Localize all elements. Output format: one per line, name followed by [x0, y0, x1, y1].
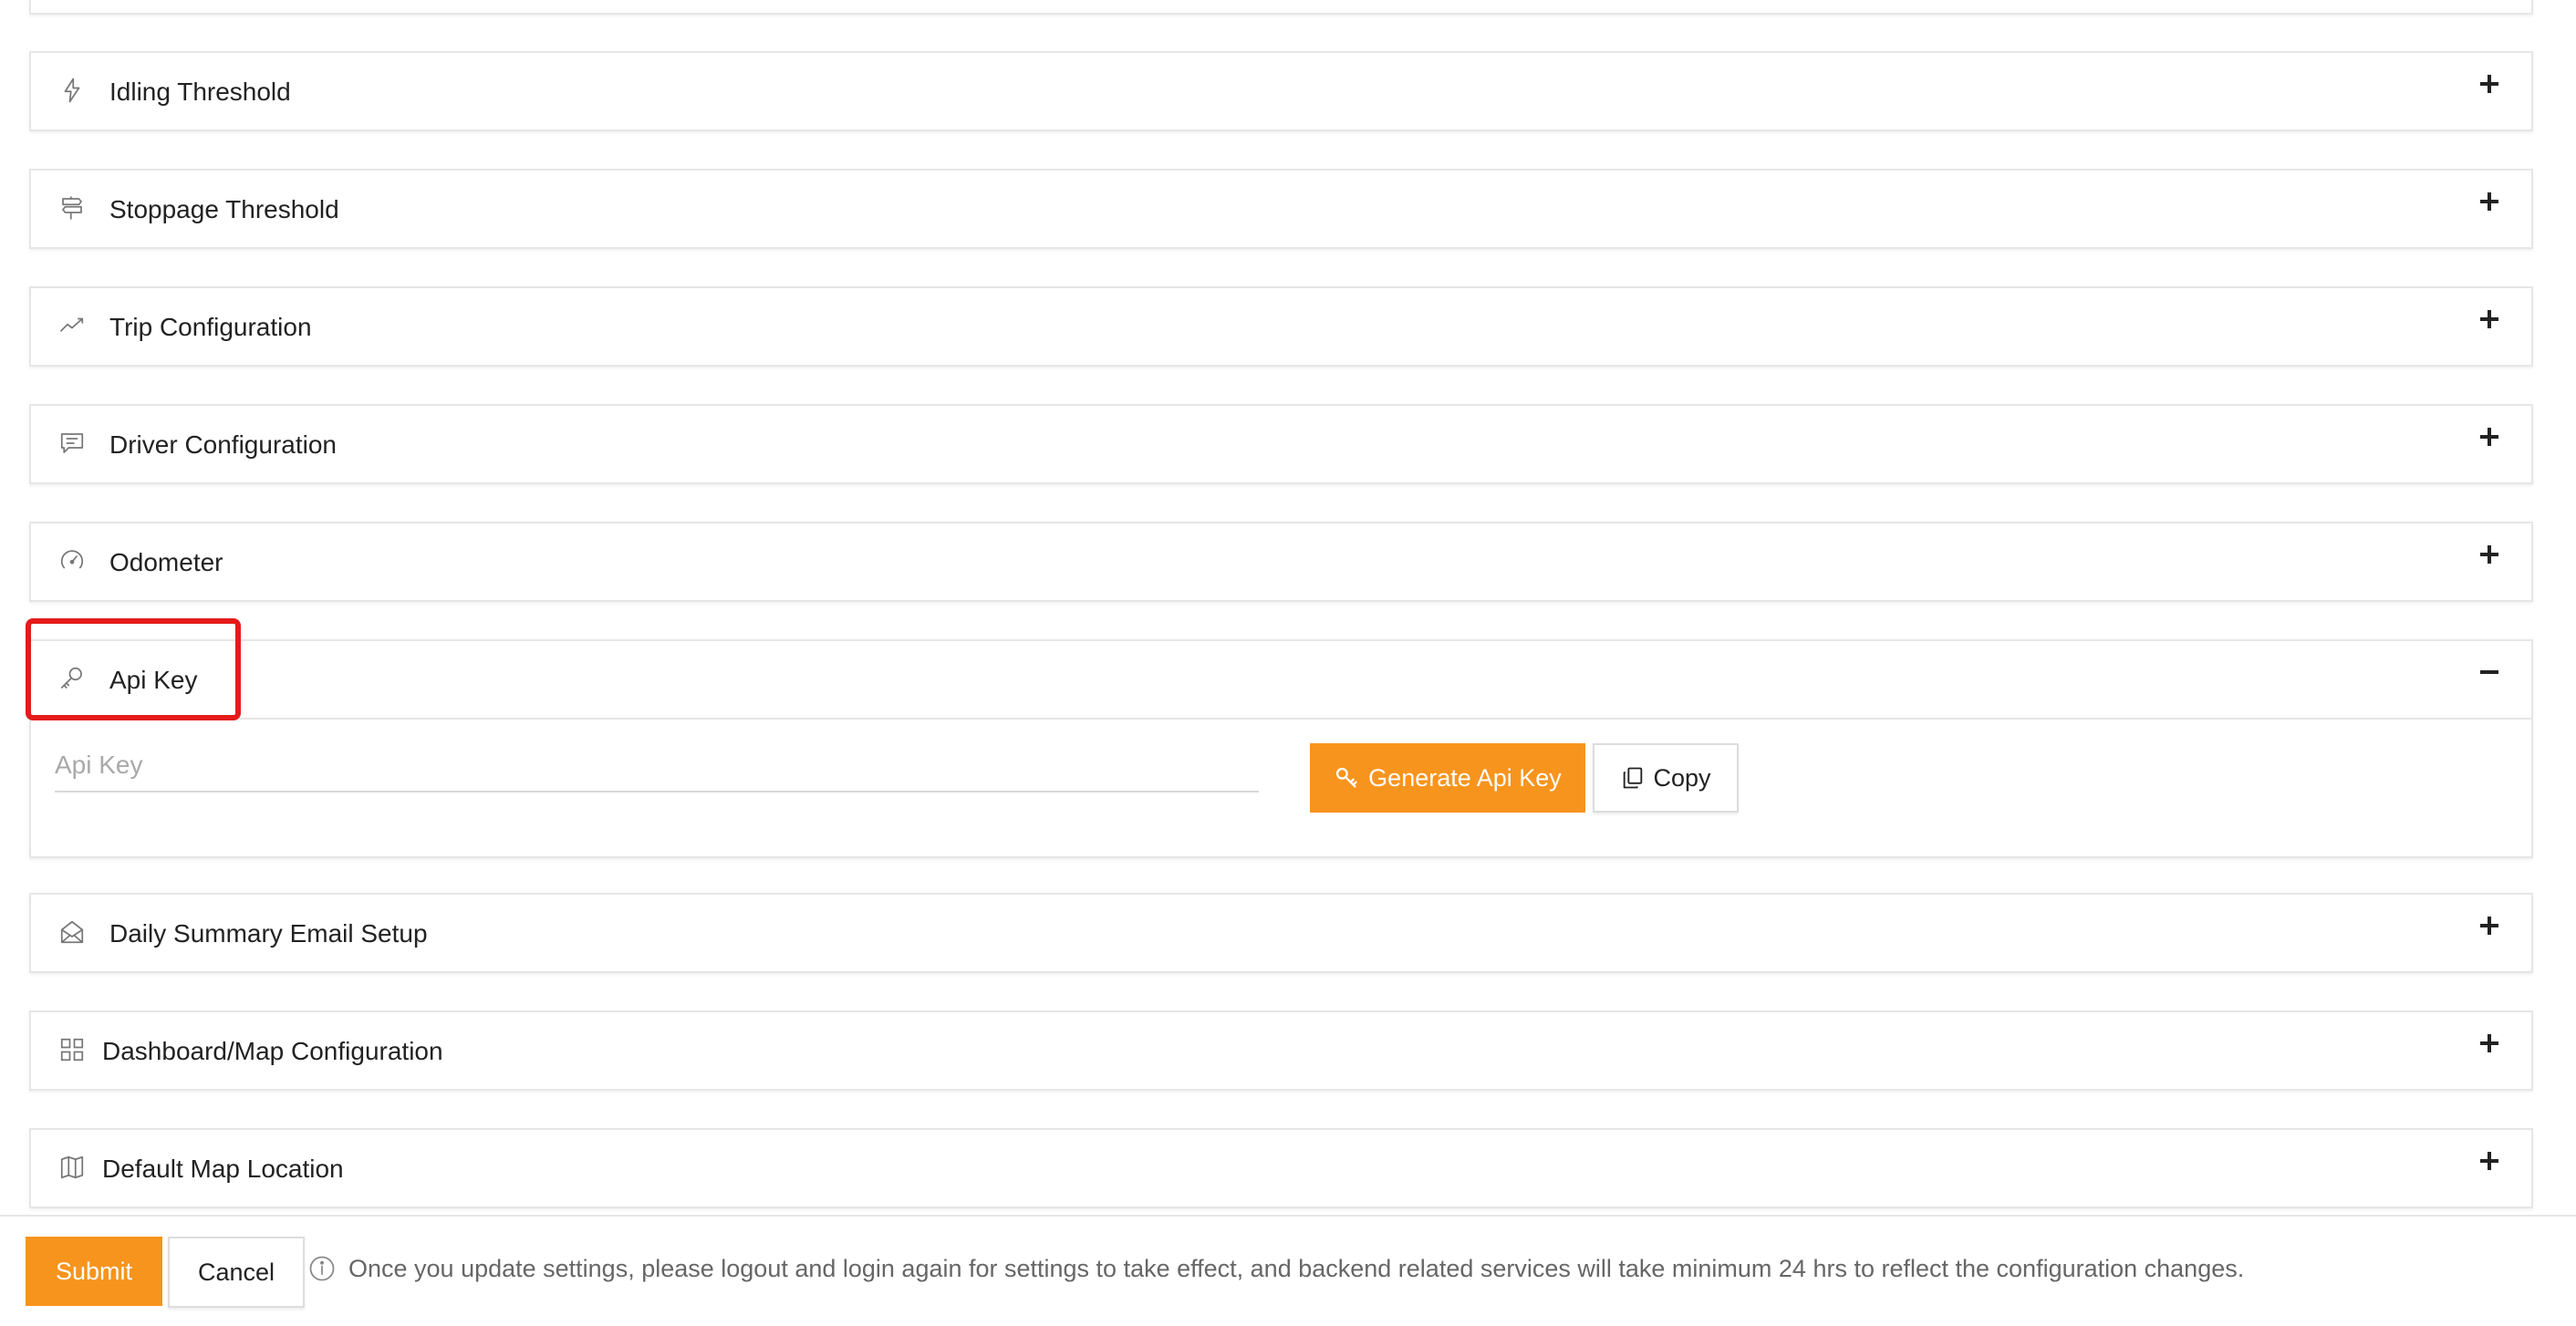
panel-header-daily-summary-email-setup[interactable]: Daily Summary Email Setup	[31, 895, 2531, 971]
generate-api-key-label: Generate Api Key	[1368, 763, 1562, 792]
panel-driver-configuration: Driver Configuration	[29, 404, 2533, 484]
map-icon	[57, 1152, 88, 1183]
panel-title: Stoppage Threshold	[109, 195, 339, 223]
minus-icon[interactable]	[2478, 661, 2506, 689]
cancel-button[interactable]: Cancel	[168, 1237, 305, 1308]
settings-footer: Submit Cancel Once you update settings, …	[0, 1215, 2576, 1326]
settings-info-message: Once you update settings, please logout …	[348, 1255, 2245, 1282]
plus-icon[interactable]	[2478, 73, 2506, 100]
panel-daily-summary-email-setup: Daily Summary Email Setup	[29, 893, 2533, 973]
copy-button[interactable]: Copy	[1593, 743, 1739, 813]
lightning-icon	[57, 75, 88, 106]
panel-title: Daily Summary Email Setup	[109, 919, 428, 948]
panel-header-trip-configuration[interactable]: Trip Configuration	[31, 288, 2531, 365]
trend-line-icon	[57, 310, 88, 341]
submit-button[interactable]: Submit	[26, 1237, 162, 1306]
api-key-panel-body: Generate Api Key Copy	[31, 718, 2531, 856]
previous-panel-edge	[29, 0, 2533, 15]
plus-icon[interactable]	[2478, 426, 2506, 453]
plus-icon[interactable]	[2478, 308, 2506, 336]
panel-header-driver-configuration[interactable]: Driver Configuration	[31, 406, 2531, 482]
panel-dashboard-map-configuration: Dashboard/Map Configuration	[29, 1010, 2533, 1091]
plus-icon[interactable]	[2478, 544, 2506, 571]
message-icon	[57, 428, 88, 459]
plus-icon[interactable]	[2478, 915, 2506, 942]
panel-title: Trip Configuration	[109, 313, 312, 341]
panel-title: Default Map Location	[102, 1155, 344, 1183]
grid-icon	[57, 1034, 88, 1065]
key-icon	[1334, 765, 1359, 791]
panel-title: Dashboard/Map Configuration	[102, 1037, 443, 1065]
plus-icon[interactable]	[2478, 191, 2506, 218]
panel-trip-configuration: Trip Configuration	[29, 286, 2533, 367]
panel-title: Driver Configuration	[109, 430, 337, 459]
panel-header-api-key[interactable]: Api Key	[31, 641, 2531, 718]
panel-title: Api Key	[109, 666, 198, 694]
signpost-icon	[57, 192, 88, 223]
panel-api-key: Api Key Generate Api Key	[29, 639, 2533, 858]
plus-icon[interactable]	[2478, 1032, 2506, 1060]
key-icon	[57, 663, 88, 694]
panel-odometer: Odometer	[29, 522, 2533, 602]
panel-header-dashboard-map-configuration[interactable]: Dashboard/Map Configuration	[31, 1012, 2531, 1089]
generate-api-key-button[interactable]: Generate Api Key	[1310, 743, 1585, 813]
panel-stoppage-threshold: Stoppage Threshold	[29, 169, 2533, 249]
panel-idling-threshold: Idling Threshold	[29, 51, 2533, 131]
panel-default-map-location: Default Map Location	[29, 1128, 2533, 1208]
envelope-open-icon	[57, 917, 88, 948]
panel-title: Idling Threshold	[109, 78, 291, 106]
panel-header-default-map-location[interactable]: Default Map Location	[31, 1130, 2531, 1207]
panel-title: Odometer	[109, 548, 223, 576]
info-icon	[308, 1255, 336, 1282]
copy-label: Copy	[1653, 763, 1711, 792]
settings-page: Idling Threshold Stoppage Threshold Trip…	[0, 0, 2576, 1326]
plus-icon[interactable]	[2478, 1150, 2506, 1177]
panel-header-odometer[interactable]: Odometer	[31, 523, 2531, 600]
copy-icon	[1620, 765, 1646, 791]
panel-header-stoppage-threshold[interactable]: Stoppage Threshold	[31, 171, 2531, 247]
panel-header-idling-threshold[interactable]: Idling Threshold	[31, 53, 2531, 129]
gauge-icon	[57, 545, 88, 576]
api-key-field-wrapper	[55, 743, 1259, 792]
settings-panels: Idling Threshold Stoppage Threshold Trip…	[0, 0, 2576, 1215]
api-key-input[interactable]	[55, 743, 1259, 787]
